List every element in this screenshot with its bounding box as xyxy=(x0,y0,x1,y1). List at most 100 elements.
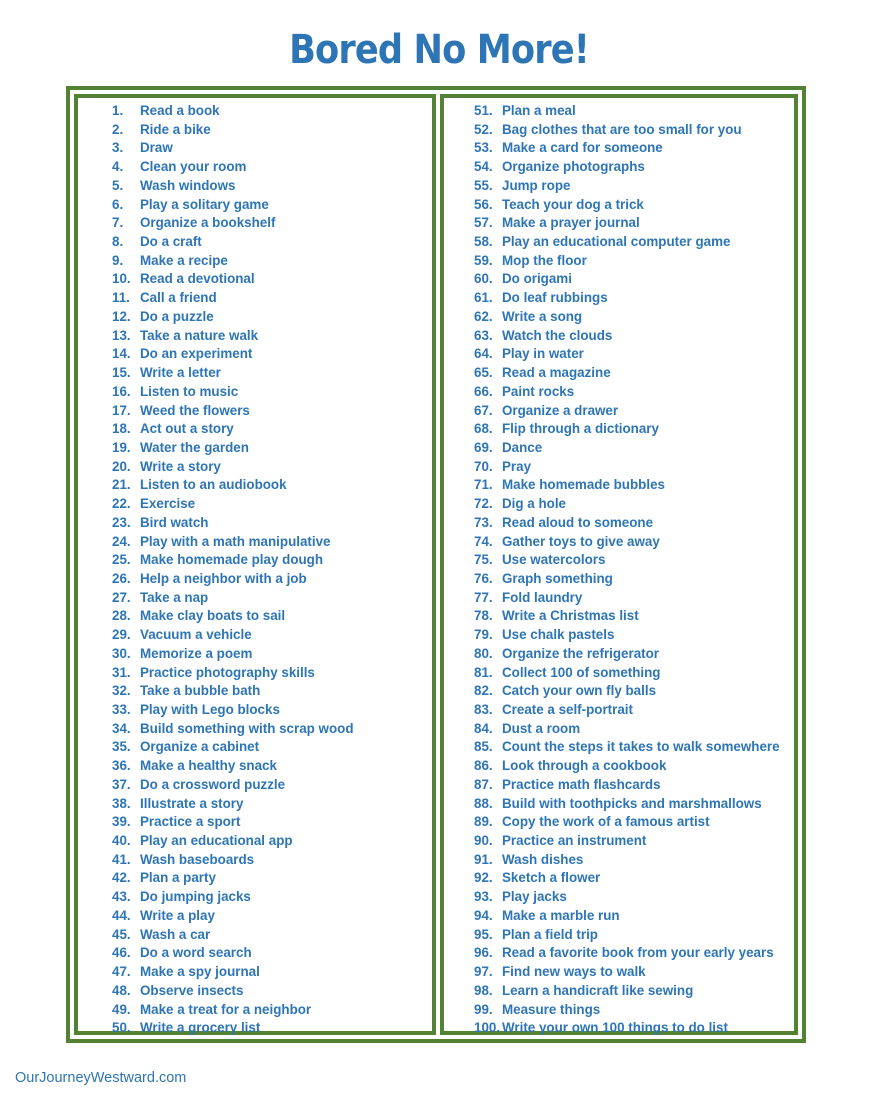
item-number: 17. xyxy=(112,402,131,418)
item-text: Dance xyxy=(502,439,543,455)
list-item: 9. Make a recipe xyxy=(112,252,354,271)
item-number: 42. xyxy=(112,870,131,886)
list-item: 87. Practice math flashcards xyxy=(474,776,780,795)
list-item: 20. Write a story xyxy=(112,458,354,477)
item-number: 49. xyxy=(112,1001,131,1017)
item-text: Play in water xyxy=(502,346,584,362)
list-item: 45. Wash a car xyxy=(112,926,354,945)
item-text: Practice math flashcards xyxy=(502,776,661,792)
item-number: 18. xyxy=(112,421,131,437)
list-item: 100. Write your own 100 things to do list xyxy=(474,1019,780,1038)
item-number: 77. xyxy=(474,589,493,605)
list-item: 40. Play an educational app xyxy=(112,832,354,851)
list-item: 61. Do leaf rubbings xyxy=(474,289,780,308)
item-text: Make a marble run xyxy=(502,907,620,923)
item-text: Write a grocery list xyxy=(140,1020,261,1036)
item-text: Clean your room xyxy=(140,159,247,175)
list-item: 74. Gather toys to give away xyxy=(474,533,780,552)
list-item: 63. Watch the clouds xyxy=(474,327,780,346)
list-item: 22. Exercise xyxy=(112,495,354,514)
item-number: 14. xyxy=(112,346,131,362)
item-text: Build something with scrap wood xyxy=(140,720,354,736)
item-text: Write a story xyxy=(140,458,221,474)
item-number: 16. xyxy=(112,383,131,399)
item-text: Create a self-portrait xyxy=(502,702,633,717)
item-number: 31. xyxy=(112,664,131,680)
item-text: Organize a cabinet xyxy=(140,739,260,755)
list-item: 98. Learn a handicraft like sewing xyxy=(474,982,780,1001)
list-item: 89. Copy the work of a famous artist xyxy=(474,813,780,832)
item-number: 27. xyxy=(112,589,131,605)
item-number: 61. xyxy=(474,290,493,306)
item-text: Make homemade bubbles xyxy=(502,477,665,493)
list-item: 19. Water the garden xyxy=(112,439,354,458)
list-item: 11. Call a friend xyxy=(112,289,354,308)
item-text: Make a card for someone xyxy=(502,140,663,156)
item-number: 58. xyxy=(474,234,493,250)
item-text: Find new ways to walk xyxy=(502,964,646,980)
item-number: 20. xyxy=(112,458,131,474)
item-number: 81. xyxy=(474,664,493,680)
item-text: Make homemade play dough xyxy=(140,552,324,568)
list-item: 6. Play a solitary game xyxy=(112,196,354,215)
item-number: 6. xyxy=(112,196,124,212)
list-item: 8. Do a craft xyxy=(112,233,354,252)
item-number: 37. xyxy=(112,776,131,792)
list-item: 5. Wash windows xyxy=(112,177,354,196)
item-number: 32. xyxy=(112,683,131,699)
item-text: Do a word search xyxy=(140,945,252,961)
item-text: Do a craft xyxy=(140,234,202,250)
list-item: 85. Count the steps it takes to walk some… xyxy=(474,738,780,757)
list-item: 79. Use chalk pastels xyxy=(474,626,780,645)
item-number: 69. xyxy=(474,439,493,455)
list-item: 3. Draw xyxy=(112,139,354,158)
item-text: Gather toys to give away xyxy=(502,533,660,549)
item-number: 45. xyxy=(112,926,131,942)
item-text: Organize a drawer xyxy=(502,402,619,418)
item-number: 33. xyxy=(112,702,131,717)
item-number: 7. xyxy=(112,215,124,231)
item-number: 28. xyxy=(112,608,131,624)
item-text: Use chalk pastels xyxy=(502,627,615,643)
list-item: 99. Measure things xyxy=(474,1001,780,1020)
item-text: Ride a bike xyxy=(140,121,211,137)
list-item: 34. Build something with scrap wood xyxy=(112,720,354,739)
item-number: 79. xyxy=(474,627,493,643)
item-number: 90. xyxy=(474,833,493,849)
item-text: Illustrate a story xyxy=(140,795,244,811)
item-number: 78. xyxy=(474,608,493,624)
item-text: Count the steps it takes to walk somewhe… xyxy=(502,739,780,755)
item-text: Paint rocks xyxy=(502,383,575,399)
item-text: Practice a sport xyxy=(140,814,241,830)
list-item: 10. Read a devotional xyxy=(112,270,354,289)
item-text: Take a nature walk xyxy=(140,327,259,343)
item-number: 93. xyxy=(474,889,493,905)
item-number: 36. xyxy=(112,758,131,774)
item-text: Plan a field trip xyxy=(502,926,598,942)
item-number: 35. xyxy=(112,739,131,755)
item-text: Look through a cookbook xyxy=(502,758,667,774)
item-text: Measure things xyxy=(502,1001,601,1017)
item-number: 46. xyxy=(112,945,131,961)
item-number: 98. xyxy=(474,982,493,998)
item-text: Organize the refrigerator xyxy=(502,645,660,661)
item-number: 67. xyxy=(474,402,493,418)
list-item: 67. Organize a drawer xyxy=(474,402,780,421)
item-number: 92. xyxy=(474,870,493,886)
list-item: 37. Do a crossword puzzle xyxy=(112,776,354,795)
list-item: 53. Make a card for someone xyxy=(474,139,780,158)
item-number: 39. xyxy=(112,814,131,830)
activity-list-right: 51. Plan a meal 52. Bag clothes that are to… xyxy=(474,102,780,1038)
list-item: 76. Graph something xyxy=(474,570,780,589)
page-title: Bored No More! xyxy=(289,27,590,73)
item-text: Make a prayer journal xyxy=(502,215,640,231)
item-text: Take a bubble bath xyxy=(140,683,261,699)
list-frame: 1. Read a book 2. Ride a bike 3. Draw 4. Clean … xyxy=(66,86,806,1043)
list-item: 94. Make a marble run xyxy=(474,907,780,926)
list-item: 4. Clean your room xyxy=(112,158,354,177)
list-item: 27. Take a nap xyxy=(112,589,354,608)
item-number: 50. xyxy=(112,1020,131,1036)
item-number: 80. xyxy=(474,645,493,661)
item-text: Collect 100 of something xyxy=(502,664,661,680)
item-number: 74. xyxy=(474,533,493,549)
